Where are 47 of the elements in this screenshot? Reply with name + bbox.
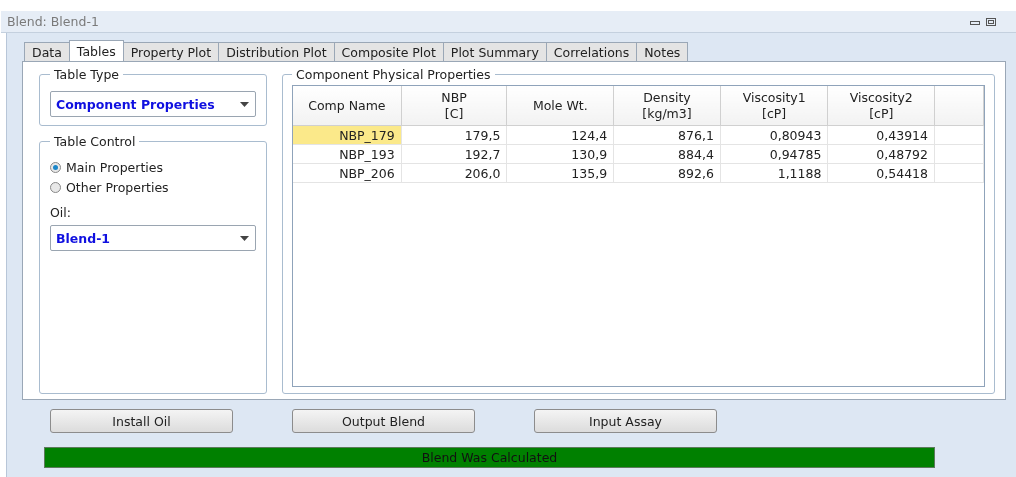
radio-option[interactable]: Other Properties: [50, 177, 169, 197]
table-cell: 892,6: [613, 163, 721, 183]
tab[interactable]: Notes: [636, 42, 689, 61]
table-cell: 192,7: [401, 144, 507, 164]
maximize-icon[interactable]: [986, 17, 996, 26]
column-header[interactable]: Viscosity2 [cP]: [827, 86, 935, 126]
column-header[interactable]: NBP [C]: [401, 86, 507, 126]
column-header[interactable]: Comp Name: [293, 86, 402, 126]
column-header[interactable]: Mole Wt.: [506, 86, 614, 126]
table-type-dropdown[interactable]: Component Properties: [50, 91, 256, 117]
table-cell: 884,4: [613, 144, 721, 164]
group-title: Component Physical Properties: [295, 67, 492, 82]
tab[interactable]: Distribution Plot: [218, 42, 335, 61]
column-header[interactable]: Density [kg/m3]: [613, 86, 721, 126]
table-cell: NBP_193: [293, 144, 402, 164]
action-button[interactable]: Install Oil: [50, 409, 233, 433]
table-cell: 0,48792: [827, 144, 935, 164]
table-cell: 135,9: [506, 163, 614, 183]
caret-icon: [240, 101, 249, 107]
table-cell: 130,9: [506, 144, 614, 164]
table-cell: NBP_206: [293, 163, 402, 183]
caret-icon: [240, 235, 249, 241]
action-button[interactable]: Input Assay: [534, 409, 717, 433]
table-cell: 0,43914: [827, 125, 935, 145]
tab[interactable]: Data: [24, 42, 70, 61]
action-button[interactable]: Output Blend: [292, 409, 475, 433]
table-cell: 1,1188: [720, 163, 828, 183]
radio-option[interactable]: Main Properties: [50, 157, 163, 177]
status-bar: Blend Was Calculated: [44, 447, 935, 468]
tab[interactable]: Composite Plot: [333, 42, 444, 61]
table-cell: 124,4: [506, 125, 614, 145]
tab[interactable]: Plot Summary: [442, 42, 547, 61]
oil-label: Oil:: [50, 205, 71, 220]
tab[interactable]: Tables: [68, 40, 124, 61]
table-cell: 876,1: [613, 125, 721, 145]
table-cell: 206,0: [401, 163, 507, 183]
group-title: Table Control: [53, 134, 137, 149]
tab[interactable]: Correlations: [545, 42, 638, 61]
tab[interactable]: Property Plot: [122, 42, 220, 61]
table-cell: 179,5: [401, 125, 507, 145]
table-cell: 0,80943: [720, 125, 828, 145]
oil-dropdown[interactable]: Blend-1: [50, 225, 256, 251]
group-title: Table Type: [53, 67, 120, 82]
column-header[interactable]: Viscosity1 [cP]: [720, 86, 828, 126]
table-cell: 0,54418: [827, 163, 935, 183]
window-title: Blend: Blend-1: [7, 14, 99, 29]
table-cell: 0,94785: [720, 144, 828, 164]
